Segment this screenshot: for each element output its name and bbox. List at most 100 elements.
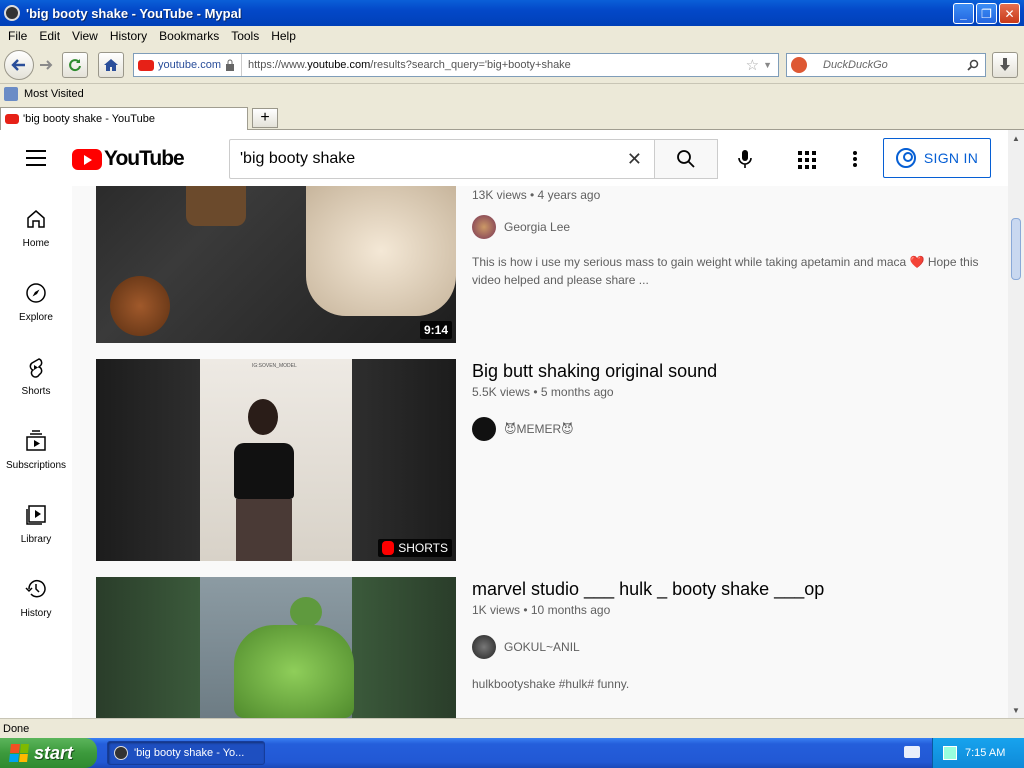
sidebar-item-explore[interactable]: Explore [0, 260, 72, 334]
video-info-3: marvel studio ___ hulk _ booty shake ___… [472, 577, 992, 693]
more-options-icon[interactable] [853, 151, 857, 167]
keyboard-language-icon[interactable] [904, 746, 920, 758]
microphone-icon[interactable] [734, 148, 756, 170]
shorts-icon [382, 541, 395, 555]
clear-search-icon[interactable]: ✕ [627, 149, 642, 170]
sidebar-label-subscriptions: Subscriptions [5, 460, 67, 471]
video-description: hulkbootyshake #hulk# funny. [472, 677, 630, 691]
page-scrollbar[interactable]: ▲ ▼ [1008, 130, 1024, 718]
channel-name[interactable]: GOKUL~ANIL [504, 640, 580, 654]
reload-button[interactable] [62, 52, 88, 78]
network-icon[interactable] [943, 746, 957, 760]
video-title[interactable]: marvel studio ___ hulk _ booty shake ___… [472, 577, 992, 601]
bookmark-star-icon[interactable]: ☆ [746, 56, 759, 74]
tab-youtube[interactable]: 'big booty shake - YouTube [0, 107, 248, 130]
library-icon [26, 505, 46, 525]
scroll-down-arrow-icon[interactable]: ▼ [1008, 702, 1024, 718]
menu-help[interactable]: Help [265, 29, 302, 43]
forward-arrow-icon [40, 60, 53, 70]
youtube-search-button[interactable] [654, 139, 718, 179]
site-label: youtube.com [158, 59, 221, 71]
new-tab-button[interactable]: + [252, 108, 278, 128]
search-icon[interactable] [967, 59, 979, 71]
forward-button[interactable] [36, 52, 56, 78]
video-info-2: Big butt shaking original sound 5.5K vie… [472, 359, 992, 441]
close-button[interactable]: ✕ [999, 3, 1020, 24]
apps-grid-icon[interactable] [798, 151, 816, 169]
mypal-app-icon [114, 746, 128, 760]
clock[interactable]: 7:15 AM [965, 747, 1005, 759]
status-bar: Done [0, 718, 1024, 738]
menu-hamburger-icon[interactable] [26, 150, 46, 166]
youtube-favicon-icon [138, 59, 154, 71]
home-button[interactable] [98, 52, 124, 78]
menu-history[interactable]: History [104, 29, 153, 43]
home-icon [27, 210, 45, 228]
menu-bookmarks[interactable]: Bookmarks [153, 29, 225, 43]
youtube-logo-text: YouTube [104, 147, 185, 170]
sidebar-item-history[interactable]: History [0, 556, 72, 630]
channel-row[interactable]: 😈MEMER😈 [472, 417, 992, 441]
menu-edit[interactable]: Edit [33, 29, 66, 43]
site-identity[interactable]: youtube.com [134, 54, 242, 76]
bookmark-folder-icon [4, 87, 18, 101]
scroll-up-arrow-icon[interactable]: ▲ [1008, 130, 1024, 146]
start-button[interactable]: start [0, 738, 97, 768]
start-label: start [34, 742, 74, 763]
channel-name[interactable]: Georgia Lee [504, 220, 570, 234]
channel-avatar[interactable] [472, 417, 496, 441]
video-thumbnail-2[interactable]: IG:SOVEN_MODEL SHORTS [96, 359, 456, 561]
sidebar-label-explore: Explore [19, 312, 53, 323]
web-page: YouTube 'big booty shake ✕ SIGN IN Home … [0, 130, 1008, 718]
video-title[interactable]: Big butt shaking original sound [472, 359, 992, 383]
channel-name[interactable]: 😈MEMER😈 [504, 422, 574, 436]
youtube-logo[interactable]: YouTube [72, 147, 185, 171]
search-query-text: 'big booty shake [240, 150, 356, 167]
menu-view[interactable]: View [66, 29, 104, 43]
sidebar-item-home[interactable]: Home [0, 186, 72, 260]
url-dropdown-icon[interactable]: ▼ [763, 60, 772, 70]
channel-avatar[interactable] [472, 215, 496, 239]
shorts-label: SHORTS [398, 541, 448, 555]
channel-row[interactable]: Georgia Lee [472, 215, 992, 239]
youtube-favicon-icon [5, 114, 19, 124]
youtube-search-input[interactable]: 'big booty shake ✕ [229, 139, 655, 179]
shorts-badge: SHORTS [378, 539, 452, 557]
video-thumbnail-3[interactable] [96, 577, 456, 718]
reload-icon [69, 59, 81, 72]
web-search-box[interactable]: DuckDuckGo [786, 53, 986, 77]
channel-row[interactable]: GOKUL~ANIL [472, 635, 992, 659]
subscriptions-icon [26, 430, 46, 451]
windows-taskbar: start 'big booty shake - Yo... [0, 738, 1024, 768]
youtube-play-icon [72, 148, 102, 170]
menu-tools[interactable]: Tools [225, 29, 265, 43]
sidebar-item-library[interactable]: Library [0, 482, 72, 556]
video-thumbnail-1[interactable]: 9:14 [96, 186, 456, 343]
maximize-button[interactable]: ❐ [976, 3, 997, 24]
taskbar-item-label: 'big booty shake - Yo... [134, 747, 245, 759]
sidebar-item-subscriptions[interactable]: Subscriptions [0, 408, 72, 482]
lock-icon [225, 59, 234, 71]
most-visited-bookmark[interactable]: Most Visited [24, 88, 84, 100]
downloads-button[interactable] [992, 52, 1018, 78]
back-arrow-icon [11, 59, 25, 71]
search-results: 9:14 13K views • 4 years ago Georgia Lee… [72, 186, 1008, 718]
address-bar[interactable]: youtube.com https://www.youtube.com/resu… [133, 53, 779, 77]
taskbar-item-mypal[interactable]: 'big booty shake - Yo... [107, 741, 265, 765]
menu-file[interactable]: File [2, 29, 33, 43]
sidebar-item-shorts[interactable]: Shorts [0, 334, 72, 408]
minimize-button[interactable]: _ [953, 3, 974, 24]
video-meta: 5.5K views • 5 months ago [472, 385, 614, 399]
sign-in-button[interactable]: SIGN IN [883, 138, 991, 178]
url-text[interactable]: https://www.youtube.com/results?search_q… [242, 59, 746, 71]
back-button[interactable] [4, 50, 34, 80]
search-placeholder: DuckDuckGo [823, 59, 888, 71]
thumbnail-caption: IG:SOVEN_MODEL [252, 363, 297, 369]
video-description: This is how i use my serious mass to gai… [472, 255, 979, 287]
system-tray: 7:15 AM [932, 738, 1024, 768]
scrollbar-thumb[interactable] [1011, 218, 1021, 280]
channel-avatar[interactable] [472, 635, 496, 659]
sign-in-label: SIGN IN [923, 150, 979, 166]
download-arrow-icon [1000, 58, 1010, 71]
duckduckgo-icon[interactable] [791, 57, 807, 73]
